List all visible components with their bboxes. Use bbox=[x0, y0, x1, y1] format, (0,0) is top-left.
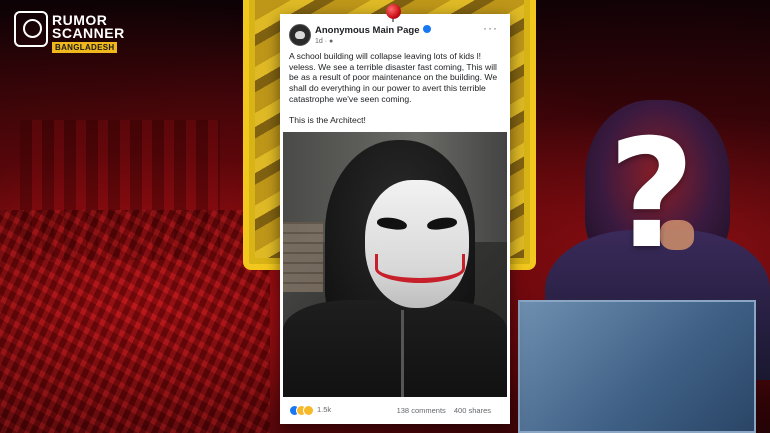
push-pin-icon bbox=[386, 4, 401, 19]
facebook-post-card: Anonymous Main Page 1d · ● ··· A school … bbox=[280, 14, 510, 424]
page-avatar[interactable] bbox=[289, 24, 311, 46]
globe-icon: ● bbox=[329, 38, 334, 45]
page-name-link[interactable]: Anonymous Main Page bbox=[315, 25, 431, 36]
wow-reaction-icon bbox=[303, 405, 314, 416]
logo-badge-bangladesh: BANGLADESH bbox=[52, 42, 118, 53]
laptop-image bbox=[518, 300, 756, 433]
post-stats: 138 comments 400 shares bbox=[397, 406, 491, 415]
question-mark-icon: ? bbox=[608, 108, 696, 282]
verified-badge-icon bbox=[422, 25, 431, 34]
logo-text-scanner: SCANNER bbox=[52, 25, 125, 41]
comments-count-link[interactable]: 138 comments bbox=[397, 406, 446, 415]
more-options-button[interactable]: ··· bbox=[483, 21, 498, 35]
check-circle-icon bbox=[23, 19, 42, 38]
joker-mask-image bbox=[365, 180, 469, 308]
reaction-count[interactable]: 1.5k bbox=[317, 405, 331, 414]
post-photo[interactable] bbox=[283, 132, 507, 397]
mask-eye-right bbox=[426, 215, 458, 232]
post-paragraph-2: This is the Architect! bbox=[289, 115, 366, 126]
photo-tiles bbox=[283, 222, 323, 292]
post-text: A school building will collapse leaving … bbox=[289, 51, 502, 126]
mask-eye-left bbox=[376, 215, 408, 232]
photo-zipper bbox=[401, 310, 404, 397]
post-timestamp[interactable]: 1d · ● bbox=[315, 38, 333, 45]
mask-smile bbox=[375, 254, 465, 283]
shares-count-link[interactable]: 400 shares bbox=[454, 406, 491, 415]
rumor-scanner-logo: RUMOR SCANNER BANGLADESH bbox=[14, 11, 124, 53]
rubble-image bbox=[0, 210, 270, 433]
post-paragraph-1: A school building will collapse leaving … bbox=[289, 51, 498, 104]
page-name-text[interactable]: Anonymous Main Page bbox=[315, 25, 420, 36]
post-time-text[interactable]: 1d · bbox=[315, 38, 329, 45]
photo-jacket bbox=[283, 300, 507, 397]
phone-check-icon bbox=[14, 11, 48, 47]
